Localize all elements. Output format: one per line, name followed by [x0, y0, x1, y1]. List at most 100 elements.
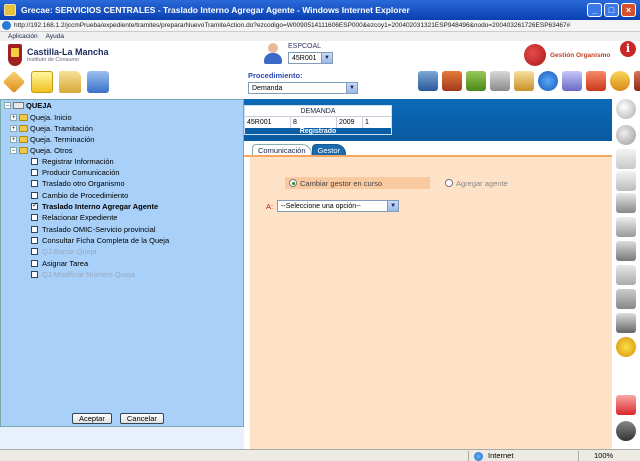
agente-select[interactable]: --Seleccione una opción-- ▼ [277, 200, 400, 212]
task-checkbox[interactable] [31, 157, 38, 165]
folder-icon [19, 124, 28, 132]
tree-task[interactable]: Relacionar Expediente [31, 212, 117, 222]
folder-icon[interactable] [59, 71, 81, 93]
new-task-icon[interactable] [2, 70, 26, 94]
tree-folder-label: Queja. Terminación [30, 134, 95, 144]
book-icon[interactable] [634, 71, 640, 91]
zoom-level[interactable]: 100% [594, 451, 613, 460]
task-checkbox[interactable] [31, 236, 38, 244]
task-checkbox[interactable] [31, 179, 38, 187]
books-icon[interactable] [442, 71, 462, 91]
procedimiento-area: Procedimiento: Demanda ▼ [248, 71, 358, 94]
aceptar-button[interactable]: Aceptar [72, 413, 112, 424]
address-bar[interactable]: http://192.168.1.2/jccmPrueba/expediente… [0, 20, 640, 32]
task-checkbox[interactable] [31, 213, 38, 221]
tree-task[interactable]: Producir Comunicación [31, 167, 120, 177]
expand-icon[interactable]: + [10, 135, 17, 143]
collapse-icon[interactable]: − [4, 101, 11, 109]
task-checkbox[interactable] [31, 225, 38, 233]
attach-icon[interactable] [616, 265, 636, 285]
radio-cambiar-gestor[interactable]: Cambiar gestor en curso [285, 177, 430, 189]
document-icon[interactable] [616, 149, 636, 169]
tree-task[interactable]: Registrar Información [31, 156, 114, 166]
expand-icon[interactable]: + [10, 124, 17, 132]
printer-icon[interactable] [616, 313, 636, 333]
tree-task-selected[interactable]: Traslado Interno Agregar Agente [31, 201, 158, 211]
demanda-cell-seq: 1 [365, 119, 369, 126]
tractor-icon[interactable] [616, 421, 636, 441]
chevron-down-icon[interactable]: ▼ [387, 201, 399, 211]
delete-icon[interactable] [616, 395, 636, 415]
user-area: ESPCOAL 45R001 ▼ [262, 42, 333, 64]
tree-folder-inicio[interactable]: + Queja. Inicio [10, 112, 72, 122]
info-icon[interactable]: i [620, 41, 636, 57]
folder-open-icon [19, 146, 28, 154]
oficina-select[interactable]: 45R001 ▼ [288, 52, 333, 64]
close-button[interactable]: × [621, 3, 636, 17]
user-icon [262, 42, 284, 64]
maximize-button[interactable]: □ [604, 3, 619, 17]
collapse-icon[interactable]: − [10, 146, 17, 154]
menu-aplicacion[interactable]: Aplicación [8, 33, 38, 40]
task-label: Asignar Tarea [42, 258, 89, 268]
page-icon [2, 21, 11, 30]
radio-button-selected[interactable] [289, 179, 297, 187]
task-label: QJ.Modificar Número Queja [42, 269, 135, 279]
procedimiento-label: Procedimiento: [248, 71, 303, 80]
tree-task[interactable]: Cambio de Procedimiento [31, 190, 128, 200]
copy-icon[interactable] [616, 217, 636, 237]
task-label: Consultar Ficha Completa de la Queja [42, 235, 170, 245]
minimize-button[interactable]: _ [587, 3, 602, 17]
print-icon[interactable] [616, 241, 636, 261]
expand-icon[interactable]: + [10, 113, 17, 121]
tree-root-icon [13, 101, 24, 109]
procedimiento-value: Demanda [252, 84, 283, 92]
tree-folder-tramitacion[interactable]: + Queja. Tramitación [10, 123, 93, 133]
search-user-icon[interactable] [562, 71, 582, 91]
computer-icon[interactable] [418, 71, 438, 91]
tree-task[interactable]: Traslado otro Organismo [31, 178, 125, 188]
tree-task[interactable]: Traslado OMIC-Servicio provincial [31, 224, 156, 234]
menu-ayuda[interactable]: Ayuda [46, 33, 64, 40]
task-checkbox[interactable] [31, 259, 38, 267]
radio-button[interactable] [445, 179, 453, 187]
chevron-down-icon[interactable]: ▼ [321, 53, 332, 63]
mail-icon[interactable] [514, 71, 534, 91]
task-checkbox[interactable] [31, 168, 38, 176]
demanda-cell-year: 2009 [337, 117, 363, 128]
documents-icon[interactable] [616, 171, 636, 191]
radio-agregar-agente[interactable]: Agregar agente [445, 179, 508, 188]
sun-icon[interactable] [616, 337, 636, 357]
status-bar: Internet 100% [0, 449, 640, 461]
archive-icon[interactable] [466, 71, 486, 91]
tree-root[interactable]: − QUEJA [4, 100, 52, 110]
chevron-down-icon[interactable]: ▼ [346, 83, 357, 93]
gestion-organismo-label: Gestión Organismo [550, 51, 611, 59]
back-icon[interactable] [616, 125, 636, 145]
tree-task[interactable]: Asignar Tarea [31, 258, 88, 268]
task-checkbox [31, 247, 38, 255]
notes-icon[interactable] [31, 71, 53, 93]
print-icon[interactable] [490, 71, 510, 91]
zoom-icon[interactable] [616, 99, 636, 119]
gear-icon[interactable] [610, 71, 630, 91]
address-url[interactable]: http://192.168.1.2/jccmPrueba/expediente… [14, 22, 640, 29]
cancelar-button[interactable]: Cancelar [119, 413, 164, 424]
task-checkbox-checked[interactable] [31, 201, 38, 210]
tree-folder-otros[interactable]: − Queja. Otros [10, 145, 73, 155]
tree-task[interactable]: Consultar Ficha Completa de la Queja [31, 235, 169, 245]
agente-label: A: [266, 201, 274, 211]
task-label: Traslado Interno Agregar Agente [42, 201, 159, 211]
procedimiento-select[interactable]: Demanda ▼ [248, 82, 358, 94]
task-checkbox[interactable] [31, 191, 38, 199]
stamp-icon[interactable] [616, 289, 636, 309]
tree-folder-terminacion[interactable]: + Queja. Terminación [10, 134, 94, 144]
demanda-row: 45R001 8 2009 1 [245, 117, 391, 128]
save-icon[interactable] [616, 193, 636, 213]
gestion-organismo-link[interactable]: Gestión Organismo [524, 44, 610, 66]
globe-icon[interactable] [538, 71, 558, 91]
tools-icon[interactable] [586, 71, 606, 91]
task-label: Cambio de Procedimiento [42, 190, 129, 200]
document-stack-icon[interactable] [87, 71, 109, 93]
task-label: Traslado otro Organismo [42, 178, 125, 188]
